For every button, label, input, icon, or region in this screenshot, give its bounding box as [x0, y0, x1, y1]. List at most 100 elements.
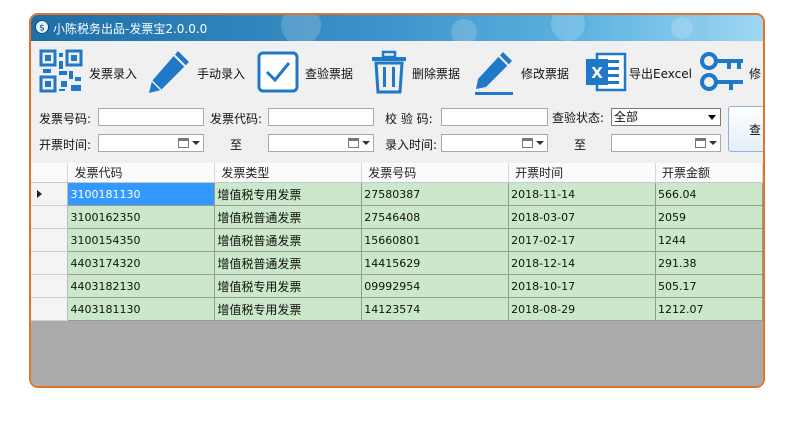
check-code-label: 校 验 码:: [385, 112, 433, 126]
table-cell[interactable]: 4403182130: [67, 274, 216, 298]
edit-invoice-button[interactable]: 修改票据: [471, 41, 573, 103]
issue-time-to-label: 至: [230, 138, 243, 152]
table-row[interactable]: 3100162350 增值税普通发票 27546408 2018-03-07 2…: [31, 205, 763, 229]
delete-invoice-button[interactable]: 删除票据: [364, 41, 468, 103]
invoice-entry-label: 发票录入: [89, 67, 138, 81]
table-cell[interactable]: 566.04: [655, 182, 763, 206]
pen-icon: [149, 51, 189, 93]
table-cell[interactable]: 27580387: [361, 182, 510, 206]
table-cell[interactable]: 2018-12-14: [508, 251, 657, 275]
row-header[interactable]: [31, 297, 69, 321]
table-cell[interactable]: 14415629: [361, 251, 510, 275]
column-header[interactable]: 发票代码: [67, 163, 216, 183]
table-row[interactable]: 4403174320 增值税普通发票 14415629 2018-12-14 2…: [31, 251, 763, 275]
window-title: 小陈税务出品-发票宝2.0.0.0: [53, 22, 208, 36]
table-cell[interactable]: 增值税专用发票: [214, 297, 363, 321]
row-header-corner: [31, 163, 69, 183]
status-select-value: 全部: [614, 110, 639, 124]
table-cell[interactable]: 291.38: [655, 251, 763, 275]
row-header[interactable]: [31, 251, 69, 275]
calendar-icon: [348, 138, 359, 148]
issue-time-label: 开票时间:: [39, 138, 92, 152]
app-icon: $: [35, 20, 49, 34]
issue-time-start-picker[interactable]: [98, 134, 204, 152]
status-label: 查验状态:: [552, 111, 605, 125]
verify-invoice-button[interactable]: 查验票据: [253, 41, 359, 103]
table-cell[interactable]: 2018-03-07: [508, 205, 657, 229]
table-cell[interactable]: 3100154350: [67, 228, 216, 252]
invoice-table: 发票代码 发票类型 发票号码 开票时间 开票金额 3100181130 增值税专…: [31, 163, 763, 321]
invoice-code-input[interactable]: [268, 108, 374, 126]
manual-entry-button[interactable]: 手动录入: [143, 41, 249, 103]
table-cell[interactable]: 2017-02-17: [508, 228, 657, 252]
check-code-input[interactable]: [441, 108, 548, 126]
table-cell[interactable]: 1212.07: [655, 297, 763, 321]
table-cell[interactable]: 3100162350: [67, 205, 216, 229]
table-header-row: 发票代码 发票类型 发票号码 开票时间 开票金额: [31, 163, 763, 183]
table-cell[interactable]: 增值税专用发票: [214, 274, 363, 298]
entry-time-to-label: 至: [574, 138, 587, 152]
table-row[interactable]: 3100181130 增值税专用发票 27580387 2018-11-14 5…: [31, 182, 763, 206]
table-cell[interactable]: 2018-10-17: [508, 274, 657, 298]
verify-invoice-label: 查验票据: [305, 67, 354, 81]
chevron-down-icon: [362, 141, 370, 145]
edit-pen-icon: [475, 52, 513, 95]
row-header[interactable]: [31, 274, 69, 298]
table-cell[interactable]: 1244: [655, 228, 763, 252]
qr-code-icon: [39, 49, 83, 93]
table-cell[interactable]: 增值税普通发票: [214, 205, 363, 229]
app-window: $ 小陈税务出品-发票宝2.0.0.0 发票录入 手动录入 查验票据 删除票据 …: [29, 13, 765, 388]
entry-time-start-picker[interactable]: [441, 134, 548, 152]
modify-label: 修: [749, 67, 762, 81]
invoice-entry-button[interactable]: 发票录入: [37, 41, 147, 103]
table-cell[interactable]: 27546408: [361, 205, 510, 229]
table-cell[interactable]: 3100181130: [67, 182, 216, 206]
column-header[interactable]: 发票号码: [361, 163, 510, 183]
table-cell[interactable]: 2059: [655, 205, 763, 229]
table-cell[interactable]: 增值税普通发票: [214, 251, 363, 275]
table-row[interactable]: 4403182130 增值税专用发票 09992954 2018-10-17 5…: [31, 274, 763, 298]
toolbar: 发票录入 手动录入 查验票据 删除票据 修改票据 X 导出Eexcel 修: [31, 41, 763, 103]
modify-key-button[interactable]: 修: [697, 41, 763, 103]
invoice-number-input[interactable]: [98, 108, 204, 126]
table-cell[interactable]: 14123574: [361, 297, 510, 321]
chevron-down-icon: [708, 115, 716, 120]
entry-time-end-picker[interactable]: [611, 134, 721, 152]
calendar-icon: [695, 138, 706, 148]
export-excel-label: 导出Eexcel: [629, 67, 692, 81]
key-icon: [700, 52, 743, 91]
entry-time-label: 录入时间:: [385, 138, 438, 152]
table-row[interactable]: 3100154350 增值税普通发票 15660801 2017-02-17 1…: [31, 228, 763, 252]
column-header[interactable]: 开票金额: [655, 163, 763, 183]
table-cell[interactable]: 15660801: [361, 228, 510, 252]
column-header[interactable]: 开票时间: [508, 163, 657, 183]
current-row-pointer-icon: [37, 190, 42, 198]
row-header[interactable]: [31, 182, 69, 206]
query-button-label: 查: [749, 123, 762, 137]
checkbox-icon: [257, 51, 299, 93]
trash-icon: [372, 50, 406, 94]
filter-panel: 发票号码: 发票代码: 校 验 码: 查验状态: 全部 开票时间: 至 录入时间…: [31, 103, 763, 163]
issue-time-end-picker[interactable]: [268, 134, 374, 152]
row-header[interactable]: [31, 228, 69, 252]
export-excel-button[interactable]: X 导出Eexcel: [583, 41, 692, 103]
table-cell[interactable]: 505.17: [655, 274, 763, 298]
invoice-grid: 发票代码 发票类型 发票号码 开票时间 开票金额 3100181130 增值税专…: [31, 163, 763, 386]
table-row[interactable]: 4403181130 增值税专用发票 14123574 2018-08-29 1…: [31, 297, 763, 321]
query-button[interactable]: 查: [728, 106, 763, 152]
table-cell[interactable]: 2018-08-29: [508, 297, 657, 321]
svg-text:$: $: [39, 24, 45, 34]
table-cell[interactable]: 09992954: [361, 274, 510, 298]
excel-icon: X: [586, 52, 627, 92]
row-header[interactable]: [31, 205, 69, 229]
table-cell[interactable]: 增值税普通发票: [214, 228, 363, 252]
manual-entry-label: 手动录入: [197, 67, 246, 81]
column-header[interactable]: 发票类型: [214, 163, 363, 183]
calendar-icon: [522, 138, 533, 148]
table-cell[interactable]: 4403174320: [67, 251, 216, 275]
table-cell[interactable]: 增值税专用发票: [214, 182, 363, 206]
status-select[interactable]: 全部: [611, 108, 721, 126]
svg-text:X: X: [591, 64, 603, 82]
table-cell[interactable]: 2018-11-14: [508, 182, 657, 206]
table-cell[interactable]: 4403181130: [67, 297, 216, 321]
